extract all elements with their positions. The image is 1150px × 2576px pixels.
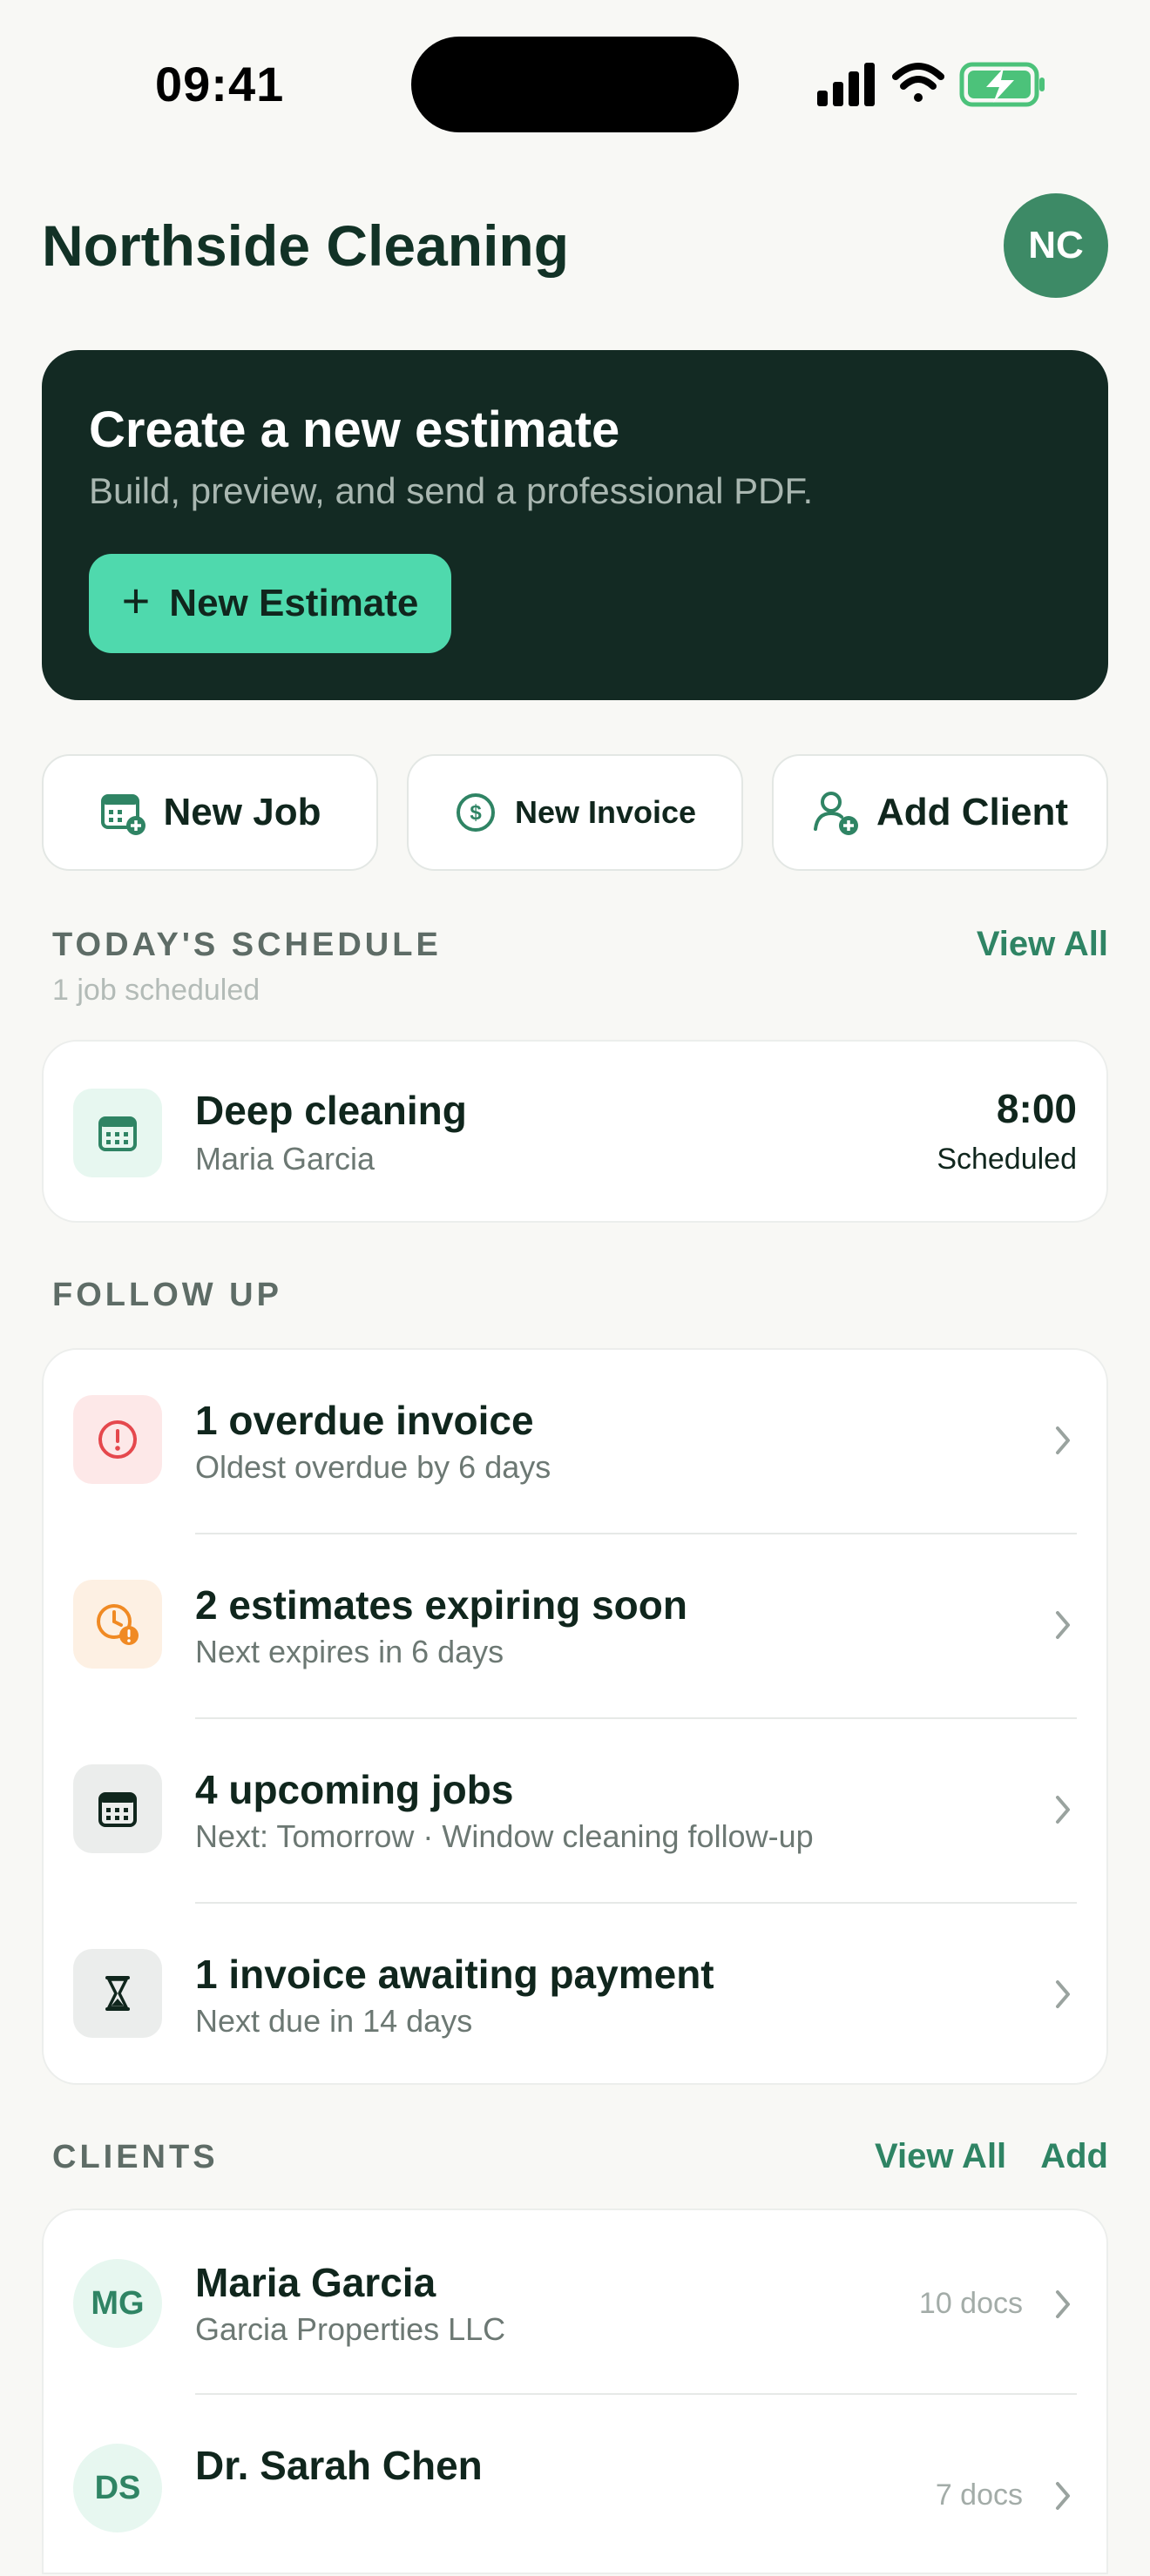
add-client-label: Add Client [876,791,1068,833]
chevron-right-icon [1045,1792,1080,1827]
follow-up-title: 1 invoice awaiting payment [195,1952,714,1997]
new-job-label: New Job [163,791,321,833]
job-client: Maria Garcia [195,1141,375,1177]
chevron-right-icon [1045,2478,1080,2513]
status-time: 09:41 [155,57,285,111]
hourglass-icon [73,1949,162,2038]
follow-up-item-awaiting-payment[interactable]: 1 invoice awaiting payment Next due in 1… [44,1904,1106,2087]
follow-up-subtitle: Oldest overdue by 6 days [195,1449,551,1485]
follow-up-subtitle: Next expires in 6 days [195,1634,504,1669]
chevron-right-icon [1045,1977,1080,2012]
new-invoice-label: New Invoice [514,794,697,830]
job-title: Deep cleaning [195,1088,467,1133]
add-client-link[interactable]: Add [1040,2137,1108,2176]
user-add-icon [814,792,858,835]
battery-charging-icon [959,62,1045,107]
schedule-view-all-link[interactable]: View All [977,925,1108,964]
client-row[interactable]: DS Dr. Sarah Chen 7 docs [44,2395,1106,2576]
page-title: Northside Cleaning [42,213,570,278]
new-estimate-button[interactable]: + New Estimate [89,554,451,653]
clock-alert-icon [73,1580,162,1669]
chevron-right-icon [1045,2287,1080,2322]
dollar-circle-icon: $ [456,793,495,832]
follow-up-subtitle: Next due in 14 days [195,2003,473,2039]
follow-up-title: 2 estimates expiring soon [195,1582,687,1628]
clients-card: MG Maria Garcia Garcia Properties LLC 10… [42,2208,1108,2574]
new-estimate-card: Create a new estimate Build, preview, an… [42,350,1108,700]
client-name: Dr. Sarah Chen [195,2443,483,2488]
client-avatar: DS [73,2444,162,2532]
client-row[interactable]: MG Maria Garcia Garcia Properties LLC 10… [44,2210,1106,2395]
follow-up-section-title: FOLLOW UP [52,1277,282,1313]
hero-subtitle: Build, preview, and send a professional … [89,470,814,511]
new-job-button[interactable]: New Job [42,754,378,871]
follow-up-item-expiring[interactable]: 2 estimates expiring soon Next expires i… [44,1534,1106,1719]
plus-icon: + [121,573,151,628]
calendar-icon [73,1089,162,1177]
client-name: Maria Garcia [195,2260,436,2305]
follow-up-item-upcoming-jobs[interactable]: 4 upcoming jobs Next: Tomorrow · Window … [44,1719,1106,1904]
job-status: Scheduled [937,1143,1077,1176]
follow-up-item-overdue[interactable]: 1 overdue invoice Oldest overdue by 6 da… [44,1350,1106,1534]
svg-text:$: $ [470,801,482,825]
client-avatar: MG [73,2259,162,2348]
calendar-add-icon [100,794,145,835]
wifi-icon [892,63,944,102]
hero-title: Create a new estimate [89,401,620,458]
client-company: Garcia Properties LLC [195,2311,506,2347]
status-icons [814,59,1049,108]
account-avatar[interactable]: NC [1004,193,1108,298]
clients-view-all-link[interactable]: View All [875,2137,1006,2176]
signal-icon [817,63,875,106]
schedule-job-card[interactable]: Deep cleaning Maria Garcia 8:00 Schedule… [42,1040,1108,1223]
new-invoice-button[interactable]: $ New Invoice [407,754,743,871]
add-client-button[interactable]: Add Client [772,754,1108,871]
schedule-section-title: TODAY'S SCHEDULE [52,927,442,963]
job-time: 8:00 [996,1086,1077,1131]
alert-circle-icon [73,1395,162,1484]
follow-up-card: 1 overdue invoice Oldest overdue by 6 da… [42,1348,1108,2085]
dynamic-island [411,37,739,132]
schedule-count: 1 job scheduled [52,974,260,1007]
new-estimate-label: New Estimate [169,582,419,624]
clients-section-title: CLIENTS [52,2139,219,2175]
chevron-right-icon [1045,1608,1080,1642]
client-doc-count: 10 docs [918,2287,1023,2320]
chevron-right-icon [1045,1423,1080,1458]
follow-up-title: 4 upcoming jobs [195,1767,514,1812]
follow-up-subtitle: Next: Tomorrow · Window cleaning follow-… [195,1818,814,1854]
follow-up-title: 1 overdue invoice [195,1398,534,1443]
client-doc-count: 7 docs [935,2478,1023,2512]
calendar-icon [73,1764,162,1853]
